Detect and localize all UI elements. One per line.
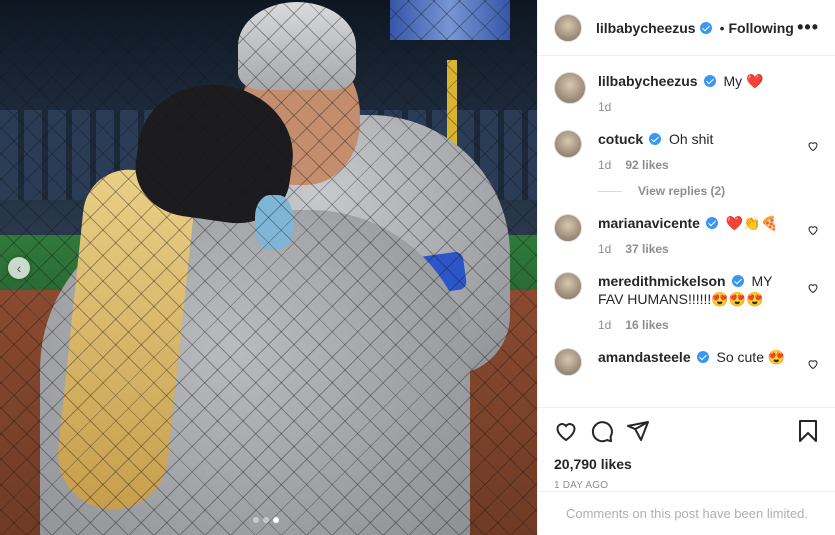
carousel-dot [253, 517, 259, 523]
author-username[interactable]: lilbabycheezus [596, 20, 696, 36]
verified-badge-icon [731, 275, 744, 287]
verified-badge-icon [703, 75, 716, 87]
chevron-left-icon: ‹ [16, 260, 22, 276]
likes-count[interactable]: 20,790 likes [554, 456, 820, 472]
comment-text: Oh shit [669, 131, 714, 147]
comment-item: marianavicente ❤️👏🍕 1d 37 likes [554, 214, 819, 258]
header-separator: • [719, 19, 725, 36]
comment-item: meredithmickelson MY FAV HUMANS!!!!!!😍😍😍… [554, 272, 819, 334]
share-icon[interactable] [626, 419, 650, 443]
commenter-avatar[interactable] [554, 272, 582, 300]
carousel-prev-button[interactable]: ‹ [8, 257, 30, 279]
comment-username[interactable]: meredithmickelson [598, 273, 726, 289]
caption-text: My [723, 73, 743, 89]
verified-badge-icon [705, 217, 718, 229]
caption-username[interactable]: lilbabycheezus [598, 73, 698, 89]
heart-icon[interactable] [807, 140, 819, 152]
comment-likes[interactable]: 16 likes [625, 318, 668, 332]
comments-limited-notice: Comments on this post have been limited. [538, 491, 835, 535]
view-replies-button[interactable]: View replies (2) [598, 184, 819, 198]
heart-icon[interactable] [807, 358, 819, 370]
heart-icon[interactable] [554, 419, 578, 443]
heart-icon[interactable] [807, 282, 819, 294]
verified-badge-icon [696, 351, 709, 363]
commenter-avatar[interactable] [554, 130, 582, 158]
comment-username[interactable]: amandasteele [598, 349, 691, 365]
author-avatar[interactable] [554, 13, 582, 42]
view-replies-label: View replies (2) [638, 184, 726, 198]
comment-item: amandasteele So cute 😍 [554, 348, 819, 376]
comment-likes[interactable]: 37 likes [625, 242, 668, 256]
commenter-avatar[interactable] [554, 214, 582, 242]
caption: lilbabycheezus My ❤️ 1d [554, 72, 819, 116]
commenter-avatar[interactable] [554, 348, 582, 376]
comment-time[interactable]: 1d [598, 318, 611, 332]
comment-item: cotuck Oh shit 1d 92 likes [554, 130, 819, 174]
post-actions: 20,790 likes 1 DAY AGO [538, 407, 835, 491]
comment-icon[interactable] [590, 419, 614, 443]
post-timestamp[interactable]: 1 DAY AGO [554, 480, 820, 491]
comments-list[interactable]: lilbabycheezus My ❤️ 1d cotuck Oh shit 1… [538, 56, 835, 406]
comment-time[interactable]: 1d [598, 242, 611, 256]
heart-icon[interactable] [807, 224, 819, 236]
comment-username[interactable]: marianavicente [598, 215, 700, 231]
carousel-dot [263, 517, 269, 523]
comment-username[interactable]: cotuck [598, 131, 643, 147]
photo-backstop-net [0, 0, 537, 535]
caption-author-avatar[interactable] [554, 72, 586, 104]
post-photo[interactable]: ‹ [0, 0, 537, 535]
more-options-icon[interactable]: ••• [797, 17, 819, 38]
verified-badge-icon [699, 21, 712, 34]
carousel-indicator [253, 517, 279, 523]
comment-likes[interactable]: 92 likes [625, 158, 668, 172]
bookmark-icon[interactable] [796, 419, 820, 443]
replies-divider [598, 190, 622, 192]
action-icons [554, 418, 820, 444]
post-side-panel: lilbabycheezus • Following ••• lilbabych… [537, 0, 835, 535]
carousel-dot-active [273, 517, 279, 523]
verified-badge-icon [649, 133, 662, 145]
caption-time[interactable]: 1d [598, 100, 611, 114]
comment-time[interactable]: 1d [598, 158, 611, 172]
following-button[interactable]: Following [729, 20, 794, 36]
comment-text: So cute 😍 [716, 349, 786, 365]
post-header: lilbabycheezus • Following ••• [538, 0, 835, 56]
caption-emoji: ❤️ [746, 73, 764, 89]
comment-text: ❤️👏🍕 [725, 215, 779, 231]
